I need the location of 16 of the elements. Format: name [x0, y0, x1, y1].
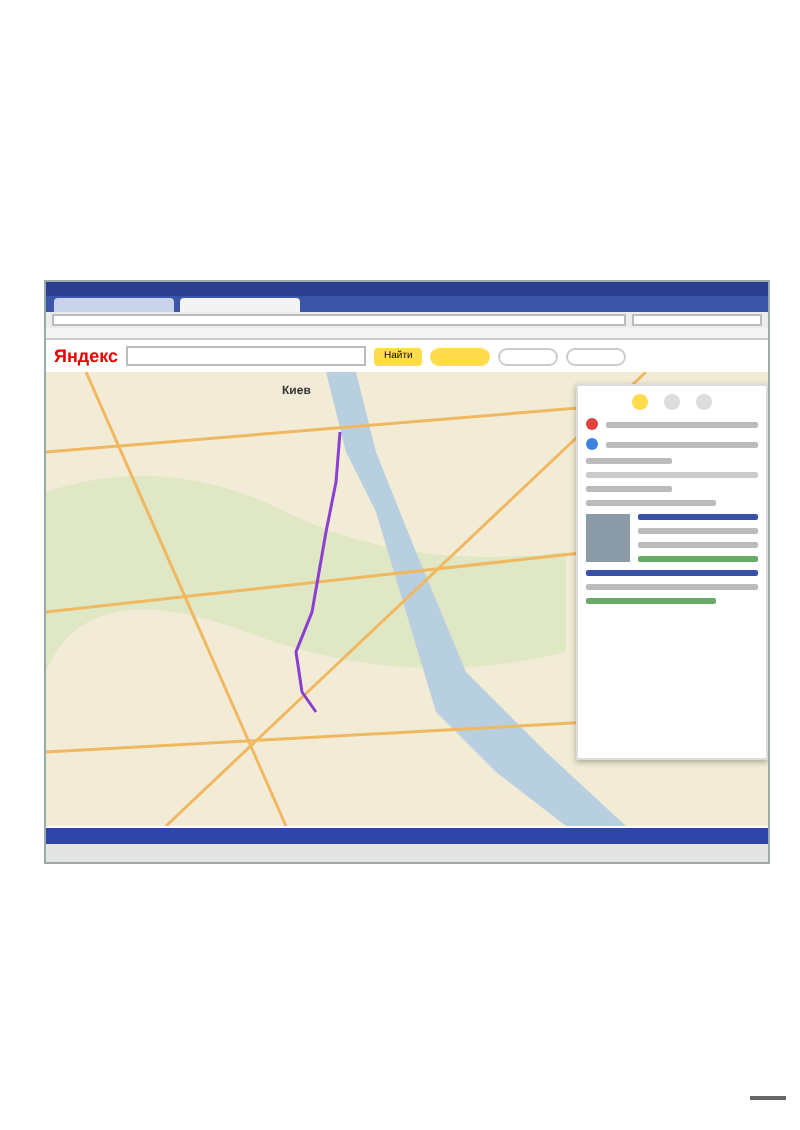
travel-mode-icon[interactable]: [696, 394, 712, 410]
layers-button[interactable]: [566, 347, 627, 365]
page-mark: [750, 1096, 786, 1100]
logo[interactable]: Яндекс: [54, 347, 119, 365]
start-point-icon: [586, 418, 598, 430]
search-field[interactable]: [126, 346, 367, 366]
end-point-icon: [586, 438, 598, 450]
travel-mode-icon[interactable]: [632, 394, 648, 410]
browser-tab[interactable]: [54, 298, 174, 312]
travel-mode-icon[interactable]: [664, 394, 680, 410]
route-button[interactable]: [430, 347, 491, 365]
search-field[interactable]: [632, 314, 762, 326]
address-field[interactable]: [52, 314, 626, 326]
traffic-button[interactable]: [498, 347, 559, 365]
browser-tab[interactable]: [180, 298, 300, 312]
photo-placeholder: [586, 514, 630, 562]
